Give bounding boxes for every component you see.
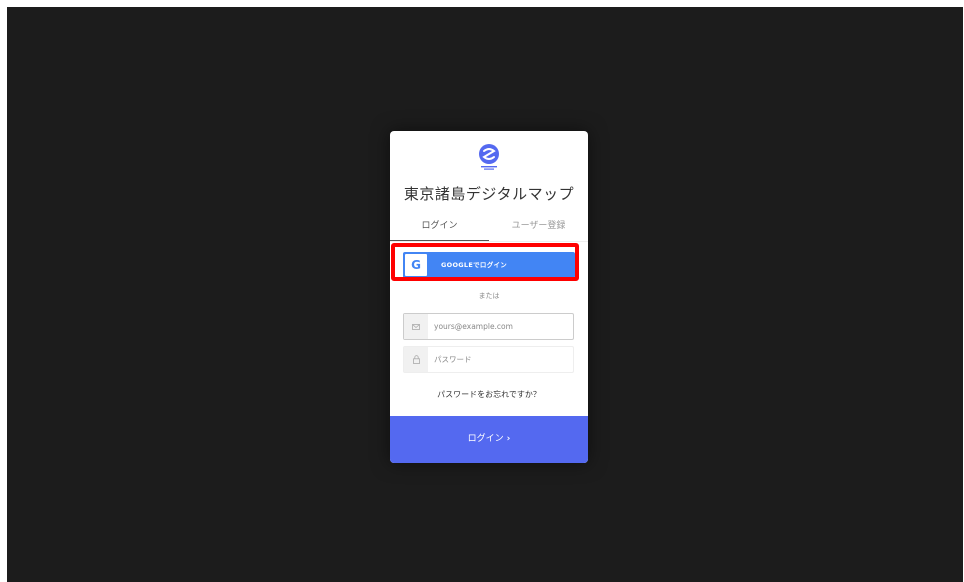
password-input[interactable] (434, 347, 569, 372)
tab-signup[interactable]: ユーザー登録 (489, 217, 588, 240)
tab-login[interactable]: ログイン (390, 217, 489, 241)
login-dialog: 東京諸島デジタルマップ ログイン ユーザー登録 G GOOGLEでログイン また… (390, 131, 588, 463)
s-wave-circle-icon (479, 144, 499, 170)
password-field[interactable] (403, 346, 574, 373)
google-login-button[interactable]: G GOOGLEでログイン (403, 252, 575, 278)
forgot-password-link[interactable]: パスワードをお忘れですか？ (390, 389, 588, 400)
email-field[interactable] (403, 313, 574, 340)
auth-tabs: ログイン ユーザー登録 (390, 217, 588, 242)
email-input[interactable] (434, 314, 569, 339)
lock-icon (404, 347, 428, 372)
envelope-icon (404, 314, 428, 339)
chevron-right-icon: › (506, 434, 511, 444)
google-login-label: GOOGLEでログイン (441, 261, 508, 269)
app-title: 東京諸島デジタルマップ (403, 185, 575, 203)
google-g-icon: G (405, 254, 427, 276)
login-submit-label: ログイン (467, 434, 504, 444)
or-divider-text: または (478, 292, 500, 300)
login-submit-button[interactable]: ログイン › (390, 416, 588, 463)
